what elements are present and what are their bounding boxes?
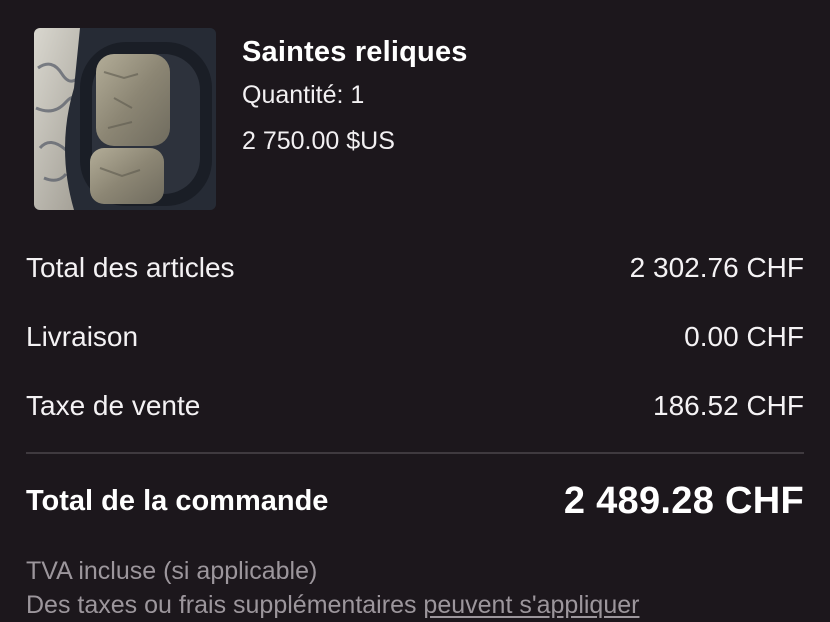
product-thumbnail[interactable] xyxy=(34,28,216,210)
extra-fees-text: Des taxes ou frais supplémentaires xyxy=(26,591,417,619)
divider xyxy=(26,452,804,454)
row-label: Total des articles xyxy=(26,252,235,283)
product-item[interactable]: Saintes reliques Quantité: 1 2 750.00 $U… xyxy=(34,28,468,210)
order-summary-screen: Saintes reliques Quantité: 1 2 750.00 $U… xyxy=(0,0,830,622)
product-title[interactable]: Saintes reliques xyxy=(242,34,468,70)
order-total-value: 2 489.28 CHF xyxy=(563,479,804,522)
summary-row-shipping: Livraison 0.00 CHF xyxy=(26,315,804,359)
order-total-label: Total de la commande xyxy=(26,484,329,517)
row-value: 186.52 CHF xyxy=(653,390,804,421)
summary-row-sales-tax: Taxe de vente 186.52 CHF xyxy=(26,384,804,428)
tax-notes: TVA incluse (si applicable) Des taxes ou… xyxy=(26,554,816,622)
order-total-row: Total de la commande 2 489.28 CHF xyxy=(26,476,804,526)
vat-note: TVA incluse (si applicable) xyxy=(26,557,318,585)
row-value: 2 302.76 CHF xyxy=(629,252,804,283)
row-label: Taxe de vente xyxy=(26,390,201,421)
price-breakdown: Total des articles 2 302.76 CHF Livraiso… xyxy=(26,246,804,428)
relic-stone-image xyxy=(34,28,216,210)
product-quantity: Quantité: 1 xyxy=(242,81,365,109)
row-label: Livraison xyxy=(26,321,139,352)
product-info: Saintes reliques Quantité: 1 2 750.00 $U… xyxy=(242,28,468,156)
row-value: 0.00 CHF xyxy=(684,321,804,352)
extra-fees-note: Des taxes ou frais supplémentaires peuve… xyxy=(26,588,816,622)
summary-row-items-total: Total des articles 2 302.76 CHF xyxy=(26,246,804,290)
product-price: 2 750.00 $US xyxy=(242,127,395,155)
extra-fees-link[interactable]: peuvent s'appliquer xyxy=(423,591,639,619)
